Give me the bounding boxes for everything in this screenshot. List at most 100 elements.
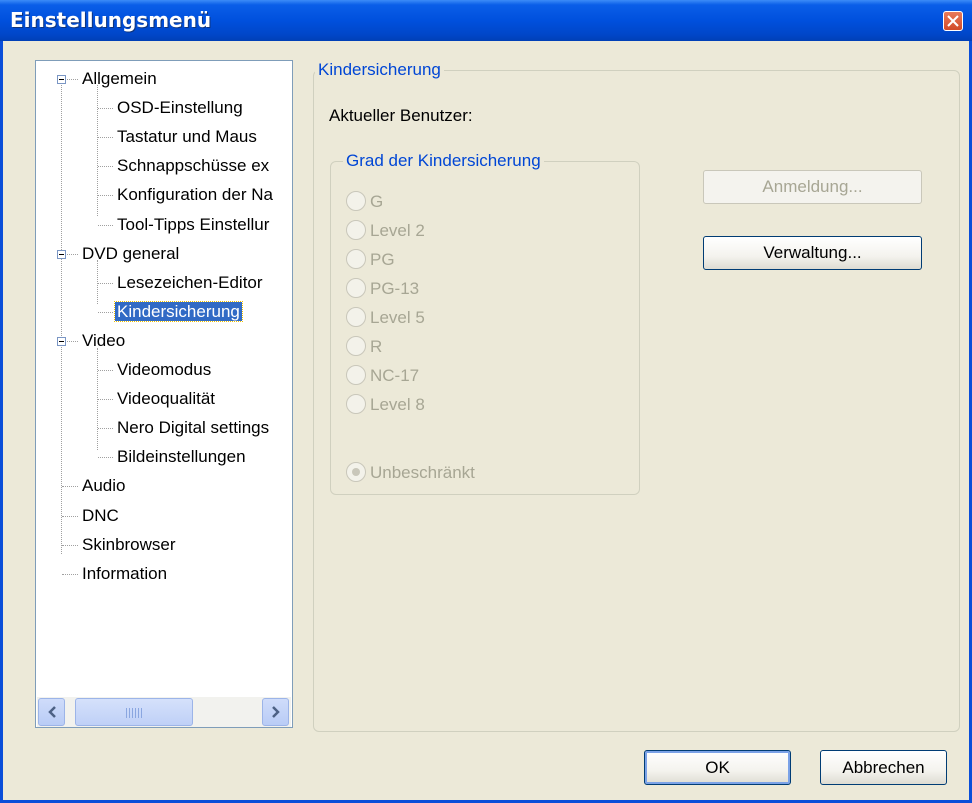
tree-item[interactable]: Tastatur und Maus: [115, 125, 259, 149]
rating-radio[interactable]: Level 5: [346, 306, 425, 329]
rating-radio[interactable]: Unbeschränkt: [346, 461, 475, 484]
rating-radio[interactable]: R: [346, 335, 383, 358]
tree-item[interactable]: Information: [80, 562, 169, 586]
tree-line: [97, 260, 98, 304]
tree-item-label: DNC: [82, 506, 119, 525]
rating-label: Level 2: [370, 221, 425, 240]
radio-circle-icon: [346, 364, 366, 385]
manage-button[interactable]: Verwaltung...: [703, 236, 922, 270]
tree-connector: [98, 457, 113, 458]
tree-connector: [98, 137, 113, 138]
tree-connector: [62, 574, 78, 575]
tree-horizontal-scrollbar[interactable]: [37, 697, 291, 727]
rating-label: Level 5: [370, 308, 425, 327]
tree-item[interactable]: DVD general: [80, 242, 181, 266]
tree-item-label: Information: [82, 564, 168, 583]
window-title: Einstellungsmenü: [10, 8, 212, 32]
rating-label: Unbeschränkt: [370, 463, 475, 482]
tree-item-label: Videomodus: [117, 360, 212, 379]
tree-item[interactable]: Videomodus: [115, 358, 213, 382]
rating-radio[interactable]: PG: [346, 248, 395, 271]
tree-connector: [62, 516, 78, 517]
tree-item[interactable]: Audio: [80, 474, 127, 498]
tree-item-label: Nero Digital settings: [117, 418, 270, 437]
scroll-right-button[interactable]: [262, 698, 289, 726]
rating-label: Level 8: [370, 395, 425, 414]
tree-connector: [98, 428, 113, 429]
login-button[interactable]: Anmeldung...: [703, 170, 922, 204]
tree-item[interactable]: OSD-Einstellung: [115, 96, 245, 120]
tree-item-label: Bildeinstellungen: [117, 447, 246, 466]
scroll-grip: [126, 708, 142, 718]
tree-item[interactable]: DNC: [80, 504, 121, 528]
scroll-thumb[interactable]: [75, 698, 193, 726]
ok-button[interactable]: OK: [644, 750, 791, 785]
radio-circle-icon: [346, 393, 366, 414]
tree-connector: [98, 399, 113, 400]
tree-item[interactable]: Konfiguration der Na: [115, 183, 275, 207]
rating-radio[interactable]: G: [346, 190, 384, 213]
tree-item[interactable]: Kindersicherung: [114, 300, 243, 324]
minus-box-icon[interactable]: [57, 250, 66, 259]
tree-item-label: Videoqualität: [117, 389, 215, 408]
settings-tree[interactable]: Allgemein OSD-Einstellung Tastatur und Mau…: [35, 60, 293, 728]
minus-box-icon[interactable]: [57, 337, 66, 346]
title-bar[interactable]: Einstellungsmenü: [0, 0, 972, 41]
parental-control-group-title: Kindersicherung: [315, 60, 444, 80]
current-user-label: Aktueller Benutzer:: [329, 106, 473, 125]
rating-radio[interactable]: PG-13: [346, 277, 420, 300]
tree-item-label: OSD-Einstellung: [117, 98, 243, 117]
rating-label: NC-17: [370, 366, 420, 385]
tree-item[interactable]: Schnappschüsse ex: [115, 154, 271, 178]
radio-circle-icon: [346, 277, 366, 298]
tree-item-label: Kindersicherung: [114, 301, 243, 322]
tree-item-label: Tastatur und Maus: [117, 127, 257, 146]
rating-radio[interactable]: NC-17: [346, 364, 420, 387]
tree-item-label: Allgemein: [82, 69, 157, 88]
tree-item-label: Video: [82, 331, 126, 350]
rating-label: G: [370, 192, 384, 211]
rating-label: PG: [370, 250, 395, 269]
scroll-left-button[interactable]: [38, 698, 65, 726]
tree-item-label: Schnappschüsse ex: [117, 156, 270, 175]
tree-item[interactable]: Videoqualität: [115, 387, 217, 411]
radio-circle-icon: [346, 219, 366, 240]
radio-circle-icon: [346, 335, 366, 356]
tree-connector: [98, 370, 113, 371]
tree-connector: [98, 225, 113, 226]
tree-item[interactable]: Allgemein: [80, 67, 159, 91]
tree-item[interactable]: Lesezeichen-Editor: [115, 271, 265, 295]
cancel-button[interactable]: Abbrechen: [820, 750, 947, 785]
close-button[interactable]: [943, 11, 963, 31]
radio-circle-icon: [346, 190, 366, 211]
radio-circle-icon: [346, 306, 366, 327]
tree-connector: [98, 312, 113, 313]
rating-radio[interactable]: Level 2: [346, 219, 425, 242]
rating-label: R: [370, 337, 383, 356]
radio-circle-icon: [346, 461, 366, 482]
tree-item-label: Skinbrowser: [82, 535, 176, 554]
tree-item[interactable]: Skinbrowser: [80, 533, 178, 557]
arrow-left-icon: [48, 706, 56, 718]
minus-box-icon[interactable]: [57, 75, 66, 84]
rating-label: PG-13: [370, 279, 420, 298]
close-icon: [947, 15, 959, 27]
tree-connector: [98, 166, 113, 167]
tree-connector: [98, 195, 113, 196]
tree-item[interactable]: Bildeinstellungen: [115, 445, 248, 469]
rating-radio[interactable]: Level 8: [346, 393, 425, 416]
tree-item-label: Audio: [82, 476, 126, 495]
arrow-right-icon: [272, 706, 280, 718]
tree-item-label: DVD general: [82, 244, 180, 263]
tree-item[interactable]: Video: [80, 329, 127, 353]
tree-line: [97, 85, 98, 216]
tree-connector: [62, 545, 78, 546]
tree-connector: [98, 108, 113, 109]
tree-item[interactable]: Nero Digital settings: [115, 416, 271, 440]
tree-item-label: Tool-Tipps Einstellur: [117, 215, 270, 234]
tree-item[interactable]: Tool-Tipps Einstellur: [115, 213, 271, 237]
tree-item-label: Konfiguration der Na: [117, 185, 273, 204]
tree-line: [61, 85, 62, 554]
rating-group-title: Grad der Kindersicherung: [343, 151, 544, 171]
radio-circle-icon: [346, 248, 366, 269]
